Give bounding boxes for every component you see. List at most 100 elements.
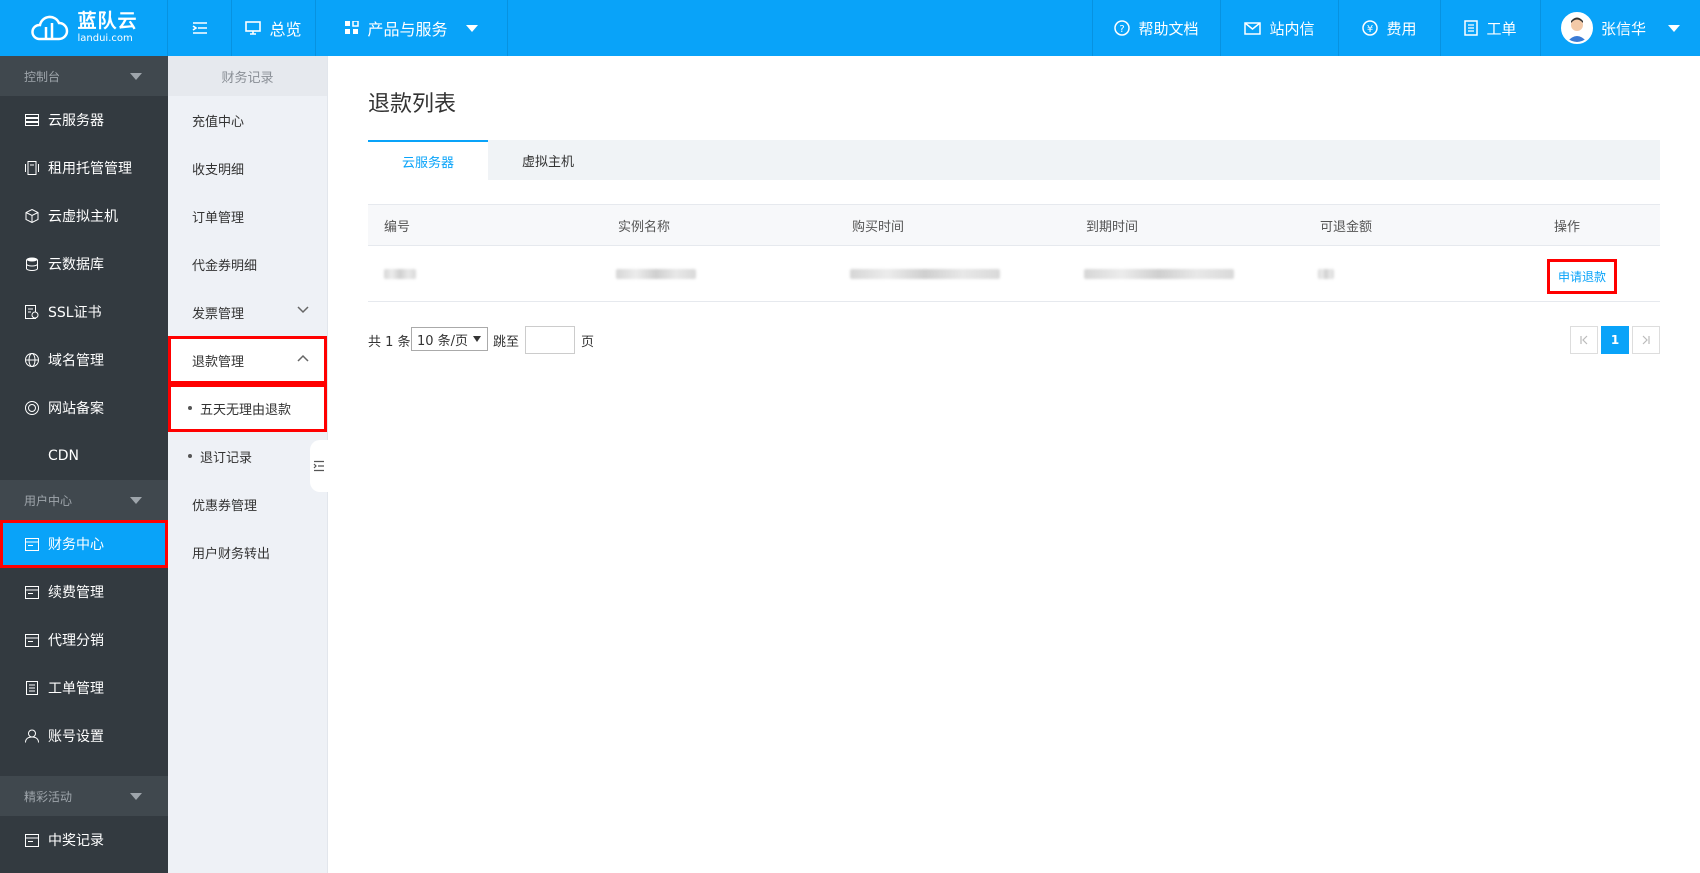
subnav-item-invoices[interactable]: 发票管理 <box>168 288 327 336</box>
subnav-label: 五天无理由退款 <box>200 402 292 418</box>
subnav-item-recharge[interactable]: 充值中心 <box>168 96 327 144</box>
refund-table: 编号 实例名称 购买时间 到期时间 可退金额 操作 申请退款 <box>368 204 1660 302</box>
chevron-down-icon <box>465 24 478 32</box>
page-size-select[interactable]: 10 条/页 <box>411 327 488 351</box>
tab-virtual-host[interactable]: 虚拟主机 <box>488 140 608 180</box>
subnav-label: 发票管理 <box>192 306 245 322</box>
sidebar-group-activities[interactable]: 精彩活动 <box>0 776 168 816</box>
menu-toggle-button[interactable] <box>168 0 232 56</box>
sidebar-item-label: 续费管理 <box>48 585 104 601</box>
sidebar-item-tickets[interactable]: 工单管理 <box>0 664 168 712</box>
menu-collapse-icon <box>313 460 324 472</box>
group-label: 控制台 <box>24 69 61 84</box>
globe-icon <box>24 352 40 368</box>
subnav-item-refund-records[interactable]: 退订记录 <box>168 432 327 480</box>
tab-cloud-server[interactable]: 云服务器 <box>368 140 488 180</box>
chevron-down-icon <box>297 306 309 314</box>
subnav-label: 收支明细 <box>192 162 245 178</box>
chevron-down-icon <box>1668 24 1680 32</box>
table-header: 编号 实例名称 购买时间 到期时间 可退金额 操作 <box>368 204 1660 246</box>
sidebar-item-ssl[interactable]: SSL证书 <box>0 288 168 336</box>
subnav-item-transactions[interactable]: 收支明细 <box>168 144 327 192</box>
sidebar-item-label: 工单管理 <box>48 681 104 697</box>
sidebar-item-hosting[interactable]: 租用托管管理 <box>0 144 168 192</box>
sidebar-item-virtual-host[interactable]: 云虚拟主机 <box>0 192 168 240</box>
sidebar-item-label: 账号设置 <box>48 729 104 745</box>
last-page-button[interactable] <box>1632 326 1660 354</box>
overview-nav[interactable]: 总览 <box>232 0 316 56</box>
tickets-nav[interactable]: 工单 <box>1440 0 1540 56</box>
server-icon <box>24 112 40 128</box>
sidebar-item-icp[interactable]: 网站备案 <box>0 384 168 432</box>
sidebar-item-domain[interactable]: 域名管理 <box>0 336 168 384</box>
subnav-item-coupons[interactable]: 优惠券管理 <box>168 480 327 528</box>
column-header-purchase-time: 购买时间 <box>852 219 905 235</box>
sidebar-item-prizes[interactable]: 中奖记录 <box>0 816 168 864</box>
svg-text:¥: ¥ <box>1367 24 1373 35</box>
yen-icon: ¥ <box>1362 20 1379 36</box>
mail-icon <box>1244 21 1262 35</box>
subnav-item-refunds[interactable]: 退款管理 <box>168 336 327 384</box>
subnav-item-vouchers[interactable]: 代金券明细 <box>168 240 327 288</box>
main-content: 退款列表 云服务器 虚拟主机 编号 实例名称 购买时间 到期时间 可退金额 操作… <box>368 56 1660 873</box>
chevron-down-icon <box>130 496 142 504</box>
column-header-refundable: 可退金额 <box>1320 219 1373 235</box>
fees-nav[interactable]: ¥ 费用 <box>1338 0 1440 56</box>
bullet-icon <box>188 454 192 458</box>
sidebar-item-cdn[interactable]: CDN <box>0 432 168 480</box>
goto-page-input[interactable] <box>525 326 575 354</box>
fees-label: 费用 <box>1386 19 1417 38</box>
products-nav[interactable]: 产品与服务 <box>316 0 508 56</box>
redacted-purchase-time <box>850 268 1000 279</box>
subnav-label: 优惠券管理 <box>192 498 258 514</box>
subnav-label: 用户财务转出 <box>192 546 271 562</box>
subnav-item-five-day-refund[interactable]: 五天无理由退款 <box>168 384 327 432</box>
sidebar-item-account[interactable]: 账号设置 <box>0 712 168 760</box>
page-title: 退款列表 <box>368 92 457 117</box>
page-size-value: 10 条/页 <box>417 333 469 349</box>
page-button-1[interactable]: 1 <box>1601 326 1629 354</box>
subnav-item-transfer-out[interactable]: 用户财务转出 <box>168 528 327 576</box>
messages-nav[interactable]: 站内信 <box>1220 0 1338 56</box>
svg-text:?: ? <box>1120 24 1125 35</box>
sidebar-item-cloud-server[interactable]: 云服务器 <box>0 96 168 144</box>
sidebar-group-user-center[interactable]: 用户中心 <box>0 480 168 520</box>
user-icon <box>24 728 40 744</box>
top-bar: 蓝队云 landui.com 总览 产品与服务 ? 帮助文档 站内信 ¥ 费用 … <box>0 0 1700 56</box>
chevron-down-icon <box>130 72 142 80</box>
chevron-up-icon <box>297 354 309 362</box>
subnav-label: 订单管理 <box>192 210 245 226</box>
sidebar-item-finance[interactable]: 财务中心 <box>0 520 168 568</box>
subnav-collapse-button[interactable] <box>310 440 328 492</box>
overview-label: 总览 <box>269 20 302 39</box>
subnav-title: 财务记录 <box>168 56 327 96</box>
sidebar-group-console[interactable]: 控制台 <box>0 56 168 96</box>
tickets-label: 工单 <box>1486 19 1517 38</box>
column-header-instance: 实例名称 <box>618 219 671 235</box>
bullet-icon <box>188 406 192 410</box>
sidebar-item-label: 云服务器 <box>48 113 104 129</box>
column-header-action: 操作 <box>1554 219 1581 235</box>
prize-icon <box>24 832 40 848</box>
sidebar-item-label: 云数据库 <box>48 257 104 273</box>
sidebar-item-label: 租用托管管理 <box>48 161 132 177</box>
user-menu[interactable]: 张信华 <box>1540 0 1700 56</box>
column-header-expiry-time: 到期时间 <box>1086 219 1139 235</box>
sidebar-item-database[interactable]: 云数据库 <box>0 240 168 288</box>
group-label: 用户中心 <box>24 493 73 508</box>
redacted-expiry-time <box>1084 268 1234 279</box>
menu-collapse-icon <box>192 22 207 34</box>
apply-refund-link[interactable]: 申请退款 <box>1547 259 1618 294</box>
question-icon: ? <box>1114 20 1131 36</box>
product-tabs: 云服务器 虚拟主机 <box>368 140 1660 180</box>
monitor-icon <box>245 21 262 35</box>
help-docs-nav[interactable]: ? 帮助文档 <box>1092 0 1220 56</box>
redacted-amount <box>1318 268 1334 279</box>
first-page-button[interactable] <box>1570 326 1598 354</box>
rack-icon <box>24 160 40 176</box>
redacted-instance-name <box>616 268 696 279</box>
sidebar-item-agent[interactable]: 代理分销 <box>0 616 168 664</box>
sidebar-item-renewal[interactable]: 续费管理 <box>0 568 168 616</box>
brand-logo[interactable]: 蓝队云 landui.com <box>0 0 168 56</box>
subnav-item-orders[interactable]: 订单管理 <box>168 192 327 240</box>
